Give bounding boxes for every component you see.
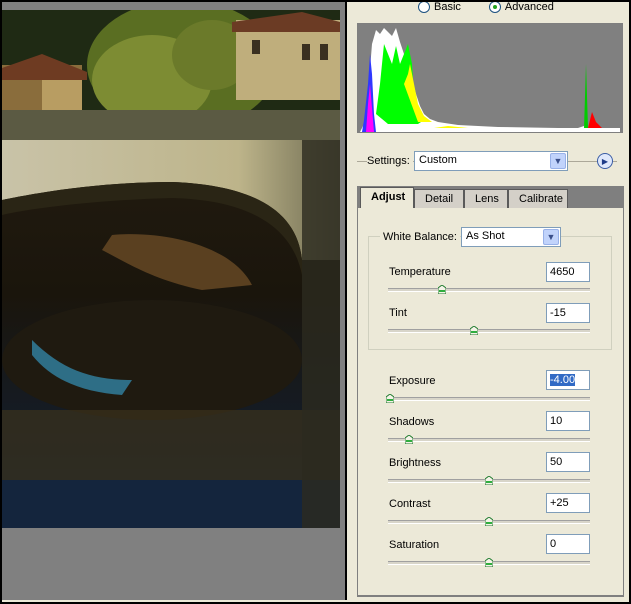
settings-label: Settings: [367, 155, 413, 167]
advanced-label[interactable]: Advanced [505, 1, 554, 13]
tint-field[interactable]: -15 [546, 303, 590, 323]
temperature-label: Temperature [389, 266, 451, 278]
tab-lens[interactable]: Lens [464, 189, 508, 208]
white-balance-value: As Shot [466, 230, 505, 242]
contrast-label: Contrast [389, 498, 431, 510]
temperature-slider[interactable] [388, 288, 590, 292]
basic-radio[interactable] [418, 1, 430, 13]
shadows-slider[interactable] [388, 438, 590, 442]
mode-selector: Basic Advanced [418, 0, 578, 14]
temperature-field[interactable]: 4650 [546, 262, 590, 282]
brightness-slider-thumb[interactable] [485, 476, 493, 485]
contrast-field[interactable]: +25 [546, 493, 590, 513]
tab-strip: Adjust Detail Lens Calibrate [357, 186, 624, 208]
temperature-slider-thumb[interactable] [438, 285, 446, 294]
settings-value: Custom [419, 154, 457, 166]
preview-image [2, 10, 340, 528]
saturation-slider-thumb[interactable] [485, 558, 493, 567]
panel-bottom-border [357, 596, 624, 597]
white-balance-dropdown[interactable]: As Shot ▼ [461, 227, 561, 247]
exposure-slider[interactable] [388, 397, 590, 401]
brightness-field[interactable]: 50 [546, 452, 590, 472]
play-right-icon: ▶ [601, 156, 609, 166]
exposure-slider-thumb[interactable] [386, 394, 394, 403]
tint-slider[interactable] [388, 329, 590, 333]
tint-slider-thumb[interactable] [470, 326, 478, 335]
histogram [357, 23, 623, 133]
tab-calibrate[interactable]: Calibrate [508, 189, 568, 208]
basic-label[interactable]: Basic [434, 1, 461, 13]
panel-divider [345, 2, 347, 600]
exposure-label: Exposure [389, 375, 436, 387]
settings-row: Settings: Custom ▼ ▶ [357, 151, 623, 173]
shadows-label: Shadows [389, 416, 435, 428]
settings-dropdown[interactable]: Custom ▼ [414, 151, 568, 171]
preview-area [2, 2, 345, 600]
saturation-label: Saturation [389, 539, 440, 551]
saturation-field[interactable]: 0 [546, 534, 590, 554]
advanced-radio[interactable] [488, 1, 501, 13]
white-balance-label: White Balance: [380, 231, 460, 243]
chevron-down-icon[interactable]: ▼ [550, 153, 566, 169]
chevron-down-icon[interactable]: ▼ [543, 229, 559, 245]
exposure-field[interactable]: -4.00 [546, 370, 590, 390]
tab-adjust[interactable]: Adjust [360, 187, 414, 208]
settings-menu-button[interactable]: ▶ [597, 153, 613, 169]
brightness-label: Brightness [389, 457, 441, 469]
shadows-slider-thumb[interactable] [405, 435, 413, 444]
shadows-field[interactable]: 10 [546, 411, 590, 431]
contrast-slider-thumb[interactable] [485, 517, 493, 526]
tab-detail[interactable]: Detail [414, 189, 464, 208]
tint-label: Tint [389, 307, 407, 319]
